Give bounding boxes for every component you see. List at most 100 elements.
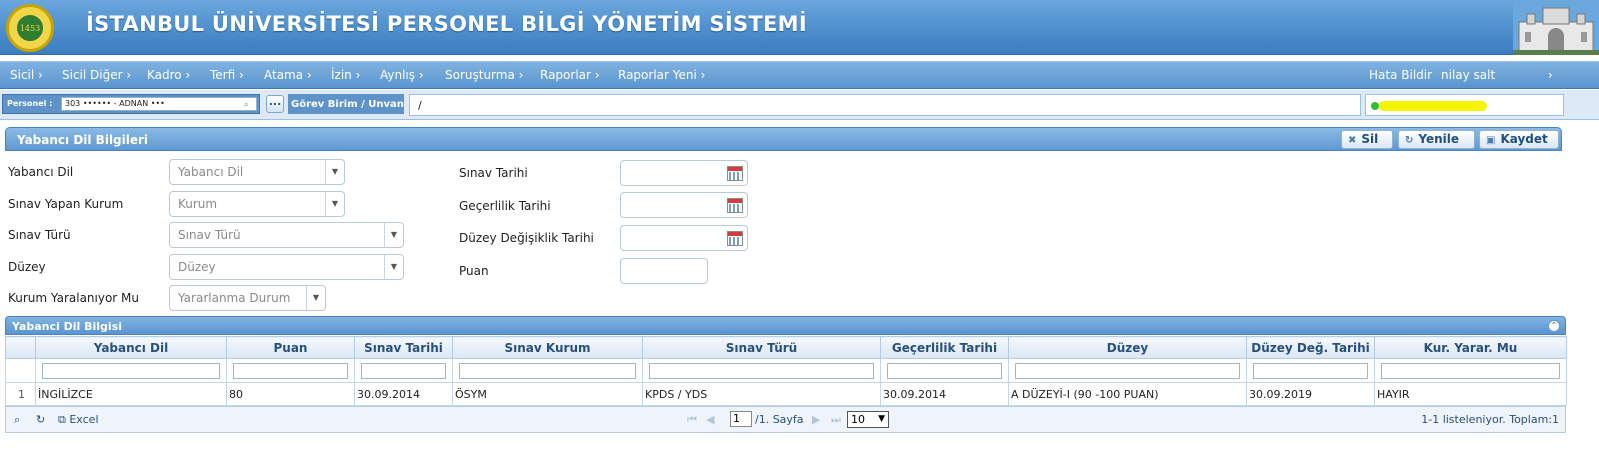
column-header[interactable]: Sınav Türü xyxy=(642,336,881,359)
puan-label: Puan xyxy=(459,264,489,278)
chevron-down-icon: ▼ xyxy=(878,414,885,424)
column-header[interactable]: Düzey Değ. Tarihi xyxy=(1246,336,1375,359)
filter-cell xyxy=(1008,358,1247,383)
menu-item-sicil[interactable]: Sicil › xyxy=(10,68,43,82)
filter-cell xyxy=(642,358,881,383)
filter-cell xyxy=(354,358,453,383)
sinav-turu-combo[interactable]: Sınav Türü ▼ xyxy=(169,222,404,248)
menu-item-sicil-diger[interactable]: Sicil Diğer › xyxy=(62,68,131,82)
kaydet-button[interactable]: ▣ Kaydet xyxy=(1479,130,1559,149)
yabanci-dil-combo[interactable]: Yabancı Dil ▼ xyxy=(169,159,345,185)
chevron-down-icon[interactable]: ▼ xyxy=(306,286,325,310)
personel-field-wrap: Personel : 303 •••••• - ADNAN ••• ⌕ xyxy=(2,94,260,114)
table-header-row: Yabancı Dil Puan Sınav Tarihi Sınav Kuru… xyxy=(5,336,1567,359)
yabanci-dil-label: Yabancı Dil xyxy=(8,165,74,179)
user-name[interactable]: nilay salt xyxy=(1441,68,1495,82)
column-header[interactable]: Geçerlilik Tarihi xyxy=(880,336,1009,359)
sinav-turu-label: Sınav Türü xyxy=(8,228,71,242)
gorev-birim-field[interactable]: / xyxy=(409,94,1361,116)
duzey-degisiklik-tarihi-label: Düzey Değişiklik Tarihi xyxy=(459,231,594,245)
menu-item-raporlar-yeni[interactable]: Raporlar Yeni › xyxy=(618,68,705,82)
menu-item-sorusturma[interactable]: Soruşturma › xyxy=(445,68,523,82)
excel-button[interactable]: ⧉ Excel xyxy=(58,413,99,427)
refresh-icon: ↻ xyxy=(1405,135,1414,146)
next-page-icon[interactable]: ▶ xyxy=(812,413,820,426)
column-header[interactable]: Sınav Tarihi xyxy=(354,336,453,359)
table-cell: 30.09.2014 xyxy=(880,382,1009,406)
status-box xyxy=(1365,94,1564,116)
duzey-combo[interactable]: Düzey ▼ xyxy=(169,254,404,280)
calendar-icon[interactable] xyxy=(727,166,743,181)
records-summary: 1-1 listeleniyor. Toplam:1 xyxy=(1421,413,1559,426)
table-cell: İNGİLİZCE xyxy=(35,382,227,406)
search-icon[interactable]: ⌕ xyxy=(14,413,20,427)
page-number-input[interactable]: 1 xyxy=(730,411,752,427)
gecerlilik-tarihi-field[interactable] xyxy=(620,192,748,218)
column-header[interactable]: Düzey xyxy=(1008,336,1247,359)
app-header: 1453 İSTANBUL ÜNİVERSİTESİ PERSONEL BİLG… xyxy=(0,0,1599,55)
menu-expand-icon[interactable]: › xyxy=(1548,68,1553,82)
table-cell: KPDS / YDS xyxy=(642,382,881,406)
menu-item-kadro[interactable]: Kadro › xyxy=(147,68,190,82)
filter-input[interactable] xyxy=(42,362,220,379)
menu-item-raporlar[interactable]: Raporlar › xyxy=(540,68,600,82)
page-size-select[interactable]: 10 ▼ xyxy=(847,411,889,428)
filter-cell xyxy=(226,358,355,383)
grid-header: Yabanci Dil Bilgisi ⌃ xyxy=(5,316,1566,335)
chevron-down-icon[interactable]: ▼ xyxy=(384,223,403,247)
first-page-icon[interactable]: ⏮ xyxy=(687,413,697,427)
calendar-icon[interactable] xyxy=(727,231,743,246)
column-header[interactable]: Sınav Kurum xyxy=(452,336,643,359)
filter-cell xyxy=(1246,358,1375,383)
yenile-button[interactable]: ↻ Yenile xyxy=(1398,130,1475,149)
sinav-kurum-combo[interactable]: Kurum ▼ xyxy=(169,191,345,217)
sil-button[interactable]: ✖ Sil xyxy=(1341,130,1393,149)
filter-input[interactable] xyxy=(887,362,1002,379)
hata-bildir-link[interactable]: Hata Bildir xyxy=(1369,68,1432,82)
filter-input[interactable] xyxy=(459,362,636,379)
filter-row xyxy=(5,358,1567,383)
search-icon[interactable]: ⌕ xyxy=(244,99,254,109)
collapse-icon[interactable]: ⌃ xyxy=(1548,320,1560,332)
save-icon: ▣ xyxy=(1486,135,1496,146)
table-cell: HAYIR xyxy=(1374,382,1567,406)
filter-input[interactable] xyxy=(649,362,874,379)
personel-input[interactable]: 303 •••••• - ADNAN ••• ⌕ xyxy=(61,97,257,111)
column-header[interactable]: Kur. Yarar. Mu xyxy=(1374,336,1567,359)
menu-item-terfi[interactable]: Terfi › xyxy=(210,68,244,82)
kurum-yararlaniyor-combo[interactable]: Yararlanma Durum ▼ xyxy=(169,285,326,311)
filter-input[interactable] xyxy=(361,362,446,379)
logo-year-text: 1453 xyxy=(15,13,45,43)
grid-title: Yabanci Dil Bilgisi xyxy=(12,320,123,333)
chevron-down-icon[interactable]: ▼ xyxy=(325,192,344,216)
page-total-text: /1. Sayfa xyxy=(755,413,804,426)
row-number-header xyxy=(5,336,36,359)
filter-input[interactable] xyxy=(1015,362,1240,379)
more-button[interactable]: ... xyxy=(266,95,284,113)
filter-input[interactable] xyxy=(233,362,348,379)
gecerlilik-tarihi-label: Geçerlilik Tarihi xyxy=(459,199,551,213)
refresh-icon[interactable]: ↻ xyxy=(36,413,45,426)
menu-item-ayrilis[interactable]: Aynlış › xyxy=(380,68,424,82)
menu-item-izin[interactable]: İzin › xyxy=(331,68,360,82)
table-cell: 30.09.2019 xyxy=(1246,382,1375,406)
table-row[interactable]: 1 İNGİLİZCE 80 30.09.2014 ÖSYM KPDS / YD… xyxy=(5,382,1567,406)
last-page-icon[interactable]: ⏭ xyxy=(831,413,841,427)
prev-page-icon[interactable]: ◀ xyxy=(706,413,714,426)
filter-input[interactable] xyxy=(1253,362,1368,379)
close-icon: ✖ xyxy=(1348,135,1357,146)
chevron-down-icon[interactable]: ▼ xyxy=(325,160,344,184)
university-logo: 1453 xyxy=(6,4,54,52)
column-header[interactable]: Yabancı Dil xyxy=(35,336,227,359)
calendar-icon[interactable] xyxy=(727,198,743,213)
filter-spacer xyxy=(5,358,36,383)
duzey-degisiklik-tarihi-field[interactable] xyxy=(620,225,748,251)
filter-cell xyxy=(452,358,643,383)
column-header[interactable]: Puan xyxy=(226,336,355,359)
sinav-tarihi-field[interactable] xyxy=(620,160,748,186)
filter-input[interactable] xyxy=(1381,362,1560,379)
menu-item-atama[interactable]: Atama › xyxy=(264,68,312,82)
redacted-highlight xyxy=(1379,101,1487,111)
puan-field[interactable] xyxy=(620,258,708,284)
chevron-down-icon[interactable]: ▼ xyxy=(384,255,403,279)
